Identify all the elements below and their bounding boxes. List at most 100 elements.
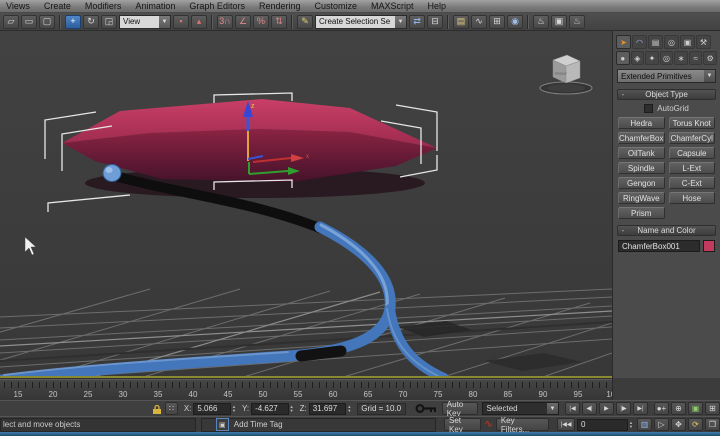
angle-snap-icon[interactable]: ∠ bbox=[235, 15, 251, 29]
select-and-scale-icon[interactable]: ◲ bbox=[101, 15, 117, 29]
object-type-button-hedra[interactable]: Hedra bbox=[618, 117, 665, 129]
key-filters-button[interactable]: Key Filters... bbox=[496, 418, 550, 431]
category-geometry[interactable]: ● bbox=[616, 51, 630, 65]
menu-help[interactable]: Help bbox=[428, 0, 447, 12]
object-type-button-chamfercyl[interactable]: ChamferCyl bbox=[669, 132, 716, 144]
time-tag-field[interactable]: ▣ Add Time Tag bbox=[201, 418, 436, 432]
subcategory-dropdown[interactable]: Extended Primitives ▼ bbox=[617, 69, 716, 83]
go-to-start-button[interactable]: |◀ bbox=[565, 402, 580, 415]
chevron-down-icon[interactable]: ▼ bbox=[547, 403, 558, 414]
object-type-button-torus-knot[interactable]: Torus Knot bbox=[669, 117, 716, 129]
chevron-down-icon[interactable]: ▼ bbox=[704, 70, 715, 82]
go-to-end-button[interactable]: ▶| bbox=[633, 402, 648, 415]
autogrid-checkbox[interactable] bbox=[644, 104, 653, 113]
field-of-view-button[interactable]: ▷ bbox=[654, 418, 669, 431]
object-type-button-oiltank[interactable]: OilTank bbox=[618, 147, 665, 159]
object-type-button-chamferbox[interactable]: ChamferBox bbox=[618, 132, 665, 144]
y-coordinate-field[interactable]: -4.627 bbox=[251, 403, 289, 415]
menu-maxscript[interactable]: MAXScript bbox=[371, 0, 414, 12]
menu-modifiers[interactable]: Modifiers bbox=[85, 0, 122, 12]
mirror-icon[interactable]: ⇄ bbox=[409, 15, 425, 29]
tab-display[interactable]: ▣ bbox=[680, 35, 695, 49]
z-spinner[interactable]: ▲▼ bbox=[347, 405, 351, 413]
orbit-button[interactable]: ⟳ bbox=[688, 418, 703, 431]
render-setup-icon[interactable]: ♨ bbox=[533, 15, 549, 29]
snap-toggle-3d-icon[interactable]: 3∩ bbox=[217, 15, 233, 29]
absolute-mode-toggle[interactable]: ∷ bbox=[165, 402, 178, 415]
object-name-input[interactable]: ChamferBox001 bbox=[618, 240, 700, 252]
object-type-button-spindle[interactable]: Spindle bbox=[618, 162, 665, 174]
set-key-button[interactable]: Set Key bbox=[444, 418, 481, 431]
track-bar[interactable]: 1520253035404550556065707580859095100 bbox=[0, 378, 612, 400]
object-color-swatch[interactable] bbox=[703, 240, 715, 252]
set-keys-key-icon[interactable] bbox=[414, 402, 435, 415]
object-type-button-hose[interactable]: Hose bbox=[669, 192, 716, 204]
select-and-link-icon[interactable]: ▱ bbox=[3, 15, 19, 29]
chevron-down-icon[interactable]: ▼ bbox=[395, 16, 406, 28]
perspective-viewport[interactable]: z x FRONT bbox=[0, 31, 612, 378]
frame-spinner[interactable]: ▲▼ bbox=[629, 421, 633, 429]
spinner-snap-icon[interactable]: ⇅ bbox=[271, 15, 287, 29]
schematic-view-icon[interactable]: ⊞ bbox=[489, 15, 505, 29]
tab-hierarchy[interactable]: ▤ bbox=[648, 35, 663, 49]
jump-to-start-button[interactable]: |◀◀ bbox=[557, 418, 575, 431]
render-production-icon[interactable]: ♨ bbox=[569, 15, 585, 29]
unlink-selection-icon[interactable]: ▭ bbox=[21, 15, 37, 29]
material-editor-icon[interactable]: ◉ bbox=[507, 15, 523, 29]
play-button[interactable]: ▶ bbox=[599, 402, 614, 415]
y-spinner[interactable]: ▲▼ bbox=[290, 405, 294, 413]
align-icon[interactable]: ⊟ bbox=[427, 15, 443, 29]
tab-modify[interactable]: ◠ bbox=[632, 35, 647, 49]
object-type-button-capsule[interactable]: Capsule bbox=[669, 147, 716, 159]
category-space-warps[interactable]: ≈ bbox=[689, 51, 703, 65]
object-type-rollout-header[interactable]: - Object Type bbox=[617, 89, 716, 100]
category-shapes[interactable]: ◈ bbox=[631, 51, 645, 65]
zoom-extents-all-button[interactable]: ⊞ bbox=[705, 402, 720, 415]
tab-utilities[interactable]: ⚒ bbox=[696, 35, 711, 49]
menu-customize[interactable]: Customize bbox=[314, 0, 357, 12]
lock-selection-icon[interactable] bbox=[151, 403, 161, 415]
menu-create[interactable]: Create bbox=[44, 0, 71, 12]
zoom-extents-button[interactable]: ▣ bbox=[688, 402, 703, 415]
x-spinner[interactable]: ▲▼ bbox=[232, 405, 236, 413]
selection-set-dropdown[interactable]: Create Selection Se▼ bbox=[315, 15, 407, 29]
select-and-rotate-icon[interactable]: ↻ bbox=[83, 15, 99, 29]
select-and-move-icon[interactable]: + bbox=[65, 15, 81, 29]
tab-motion[interactable]: ◎ bbox=[664, 35, 679, 49]
next-frame-button[interactable]: |▶ bbox=[616, 402, 631, 415]
category-cameras[interactable]: ◎ bbox=[660, 51, 674, 65]
x-coordinate-field[interactable]: 5.066 bbox=[193, 403, 231, 415]
menu-views[interactable]: Views bbox=[6, 0, 30, 12]
pan-button[interactable]: ✥ bbox=[671, 418, 686, 431]
use-pivot-point-icon[interactable]: ▪ bbox=[173, 15, 189, 29]
object-type-button-ringwave[interactable]: RingWave bbox=[618, 192, 665, 204]
tab-create[interactable]: ➤ bbox=[616, 35, 631, 49]
category-lights[interactable]: ✦ bbox=[645, 51, 659, 65]
reference-coordinate-dropdown[interactable]: View▼ bbox=[119, 15, 171, 29]
object-type-button-prism[interactable]: Prism bbox=[618, 207, 665, 219]
maximize-viewport-button[interactable]: ❒ bbox=[705, 418, 720, 431]
name-color-rollout-header[interactable]: - Name and Color bbox=[617, 225, 716, 236]
chevron-down-icon[interactable]: ▼ bbox=[159, 16, 170, 28]
selection-filter-dropdown[interactable]: Selected ▼ bbox=[482, 402, 559, 415]
previous-frame-button[interactable]: ◀| bbox=[582, 402, 597, 415]
selection-region-icon[interactable]: ▢ bbox=[39, 15, 55, 29]
object-type-button-gengon[interactable]: Gengon bbox=[618, 177, 665, 189]
category-helpers[interactable]: ∗ bbox=[674, 51, 688, 65]
select-and-manipulate-icon[interactable]: ▴ bbox=[191, 15, 207, 29]
auto-key-button[interactable]: Auto Key bbox=[442, 402, 479, 415]
layer-manager-icon[interactable]: ▤ bbox=[453, 15, 469, 29]
current-frame-field[interactable]: 0 bbox=[577, 419, 628, 431]
object-type-button-c-ext[interactable]: C-Ext bbox=[669, 177, 716, 189]
object-type-button-l-ext[interactable]: L-Ext bbox=[669, 162, 716, 174]
rendered-frame-icon[interactable]: ▣ bbox=[551, 15, 567, 29]
menu-rendering[interactable]: Rendering bbox=[259, 0, 301, 12]
percent-snap-icon[interactable]: % bbox=[253, 15, 269, 29]
category-systems[interactable]: ⚙ bbox=[703, 51, 717, 65]
zoom-region-button[interactable]: ▥ bbox=[637, 418, 652, 431]
curve-editor-icon[interactable]: ∿ bbox=[471, 15, 487, 29]
key-mode-toggle-button[interactable]: ●+ bbox=[654, 402, 669, 415]
menu-graph-editors[interactable]: Graph Editors bbox=[189, 0, 245, 12]
menu-animation[interactable]: Animation bbox=[135, 0, 175, 12]
z-coordinate-field[interactable]: 31.697 bbox=[309, 403, 347, 415]
